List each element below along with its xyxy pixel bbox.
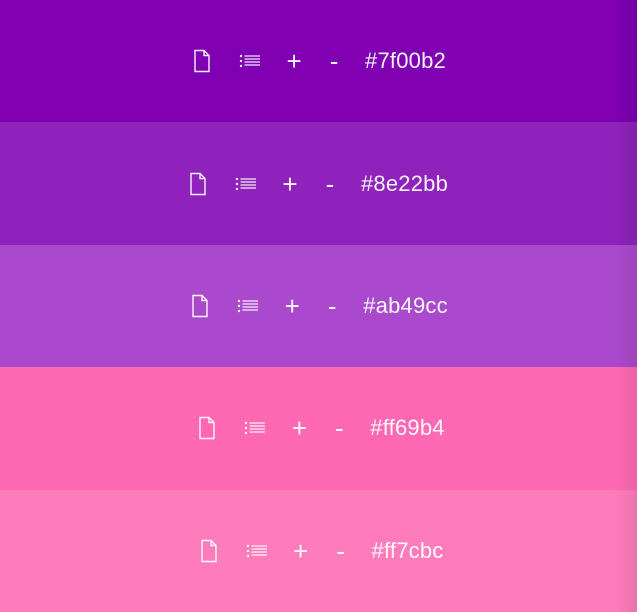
color-palette: + - #7f00b2 + - #8e22bb + - #ab49cc + - …	[0, 0, 637, 612]
plus-button[interactable]: +	[292, 538, 310, 564]
hex-code[interactable]: #ab49cc	[363, 293, 448, 319]
swatch-controls: + - #8e22bb	[185, 171, 448, 197]
plus-button[interactable]: +	[290, 415, 308, 441]
minus-button[interactable]: -	[321, 171, 339, 197]
hex-code[interactable]: #ff69b4	[370, 415, 444, 441]
swatch-row: + - #ff69b4	[0, 367, 637, 490]
file-icon[interactable]	[189, 48, 215, 74]
list-icon[interactable]	[244, 538, 270, 564]
file-icon[interactable]	[196, 538, 222, 564]
swatch-row: + - #ff7cbc	[0, 489, 637, 612]
minus-button[interactable]: -	[330, 415, 348, 441]
file-icon[interactable]	[187, 293, 213, 319]
file-icon[interactable]	[185, 171, 211, 197]
list-icon[interactable]	[237, 48, 263, 74]
plus-button[interactable]: +	[283, 293, 301, 319]
plus-button[interactable]: +	[285, 48, 303, 74]
hex-code[interactable]: #7f00b2	[365, 48, 446, 74]
plus-button[interactable]: +	[281, 171, 299, 197]
hex-code[interactable]: #8e22bb	[361, 171, 448, 197]
list-icon[interactable]	[242, 415, 268, 441]
swatch-controls: + - #ff7cbc	[196, 538, 444, 564]
swatch-controls: + - #7f00b2	[189, 48, 446, 74]
hex-code[interactable]: #ff7cbc	[372, 538, 444, 564]
swatch-row: + - #8e22bb	[0, 122, 637, 246]
swatch-controls: + - #ab49cc	[187, 293, 448, 319]
list-icon[interactable]	[235, 293, 261, 319]
file-icon[interactable]	[194, 415, 220, 441]
swatch-controls: + - #ff69b4	[194, 415, 445, 441]
minus-button[interactable]: -	[323, 293, 341, 319]
swatch-row: + - #ab49cc	[0, 244, 637, 368]
swatch-row: + - #7f00b2	[0, 0, 637, 123]
list-icon[interactable]	[233, 171, 259, 197]
minus-button[interactable]: -	[332, 538, 350, 564]
minus-button[interactable]: -	[325, 48, 343, 74]
